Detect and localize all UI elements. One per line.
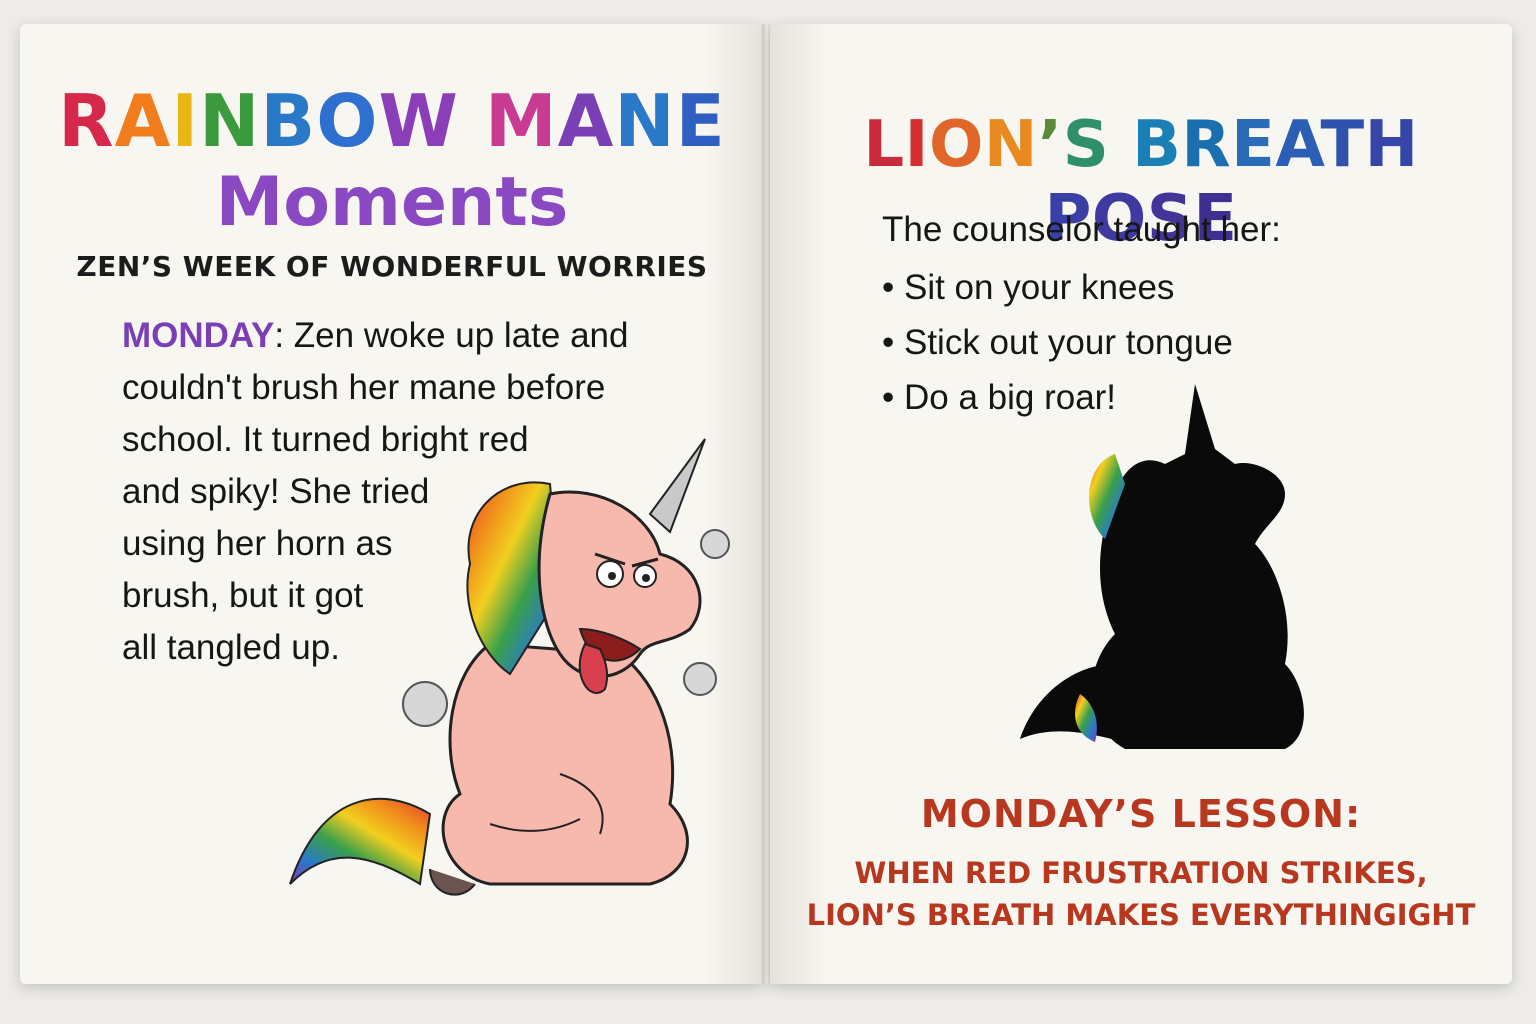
day-label: MONDAY	[122, 316, 275, 355]
title-letter: N	[199, 79, 261, 163]
title-letter: N	[614, 79, 676, 163]
list-item: Stick out your tongue	[882, 315, 1233, 370]
lead-text: The counselor taught her:	[882, 210, 1281, 249]
title-letter: H	[1364, 108, 1419, 182]
title-letter: A	[114, 79, 172, 163]
title-letter: O	[928, 108, 984, 182]
title-rainbow-mane: RAINBOW MANE	[20, 80, 764, 162]
title-moments: Moments	[215, 163, 569, 242]
title-letter: L	[863, 108, 905, 182]
title-letter: ’	[1037, 108, 1063, 182]
title-letter: B	[1132, 108, 1182, 182]
title-letter: S	[1062, 108, 1110, 182]
left-page: RAINBOW MANE Moments ZEN’S WEEK OF WONDE…	[20, 24, 764, 984]
title-letter: R	[58, 79, 115, 163]
title-letter: B	[260, 79, 317, 163]
lesson-heading: MONDAY’S LESSON:	[920, 792, 1362, 836]
title-letter: E	[1231, 108, 1276, 182]
title-letter: N	[983, 108, 1038, 182]
list-item: Sit on your knees	[882, 260, 1233, 315]
open-book: RAINBOW MANE Moments ZEN’S WEEK OF WONDE…	[20, 24, 1516, 992]
lesson-body: WHEN RED FRUSTRATION STRIKES, LION’S BRE…	[806, 856, 1476, 932]
title-letter: I	[171, 79, 200, 163]
title-letter	[1109, 108, 1132, 182]
subtitle: ZEN’S WEEK OF WONDERFUL WORRIES	[76, 250, 708, 283]
title-letter	[459, 79, 485, 163]
title-letter: A	[557, 79, 615, 163]
angry-unicorn-icon	[289, 438, 730, 896]
right-page: LION’S BREATH POSE The counselor taught …	[770, 24, 1512, 984]
title-letter: T	[1320, 108, 1365, 182]
title-letter: O	[316, 79, 379, 163]
title-letter: M	[485, 79, 558, 163]
title-letter: E	[675, 79, 726, 163]
unicorn-silhouette-icon	[1020, 384, 1304, 749]
title-letter: W	[378, 79, 459, 163]
title-letter: I	[904, 108, 929, 182]
title-letter: R	[1181, 108, 1232, 182]
title-letter: A	[1275, 108, 1321, 182]
